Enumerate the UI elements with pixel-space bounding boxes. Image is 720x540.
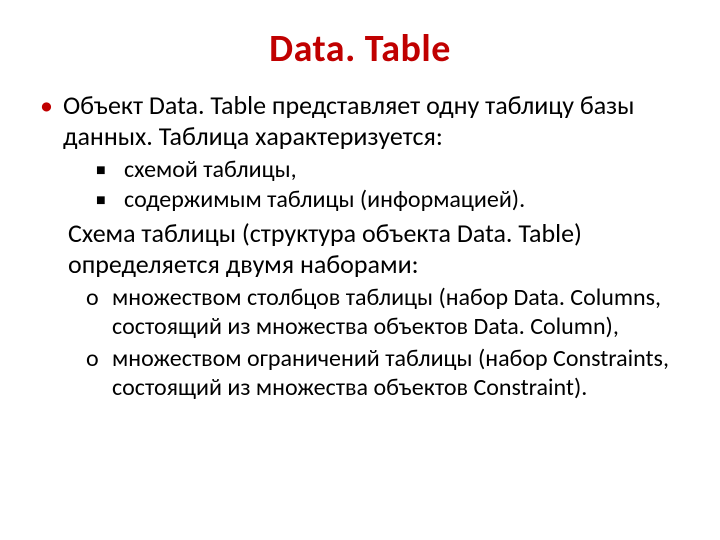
sub-item-text: схемой таблицы, [124,155,297,184]
slide: Data. Table • Объект Data. Table предста… [0,0,720,540]
slide-body: • Объект Data. Table представляет одну т… [40,90,680,402]
circle-bullet-icon: o [86,283,112,312]
intro-text: Объект Data. Table представляет одну таб… [63,90,680,151]
sub-item: ■ схемой таблицы, [96,155,680,184]
schema-paragraph: Схема таблицы (структура объекта Data. T… [68,218,680,279]
sub2-item: o множеством столбцов таблицы (набор Dat… [86,283,680,342]
circle-bullet-icon: o [86,344,112,373]
sub2-item: o множеством ограничений таблицы (набор … [86,344,680,403]
bullet-dot-icon: • [40,90,53,121]
sub-list-2: o множеством столбцов таблицы (набор Dat… [86,283,680,402]
sub-list: ■ схемой таблицы, ■ содержимым таблицы (… [96,155,680,214]
bullet-item: • Объект Data. Table представляет одну т… [40,90,680,151]
sub-item: ■ содержимым таблицы (информацией). [96,185,680,214]
slide-title: Data. Table [40,26,680,72]
sub2-item-text: множеством столбцов таблицы (набор Data.… [112,283,680,342]
square-bullet-icon: ■ [96,185,124,211]
square-bullet-icon: ■ [96,155,124,181]
sub2-item-text: множеством ограничений таблицы (набор Co… [112,344,680,403]
sub-item-text: содержимым таблицы (информацией). [124,185,525,214]
